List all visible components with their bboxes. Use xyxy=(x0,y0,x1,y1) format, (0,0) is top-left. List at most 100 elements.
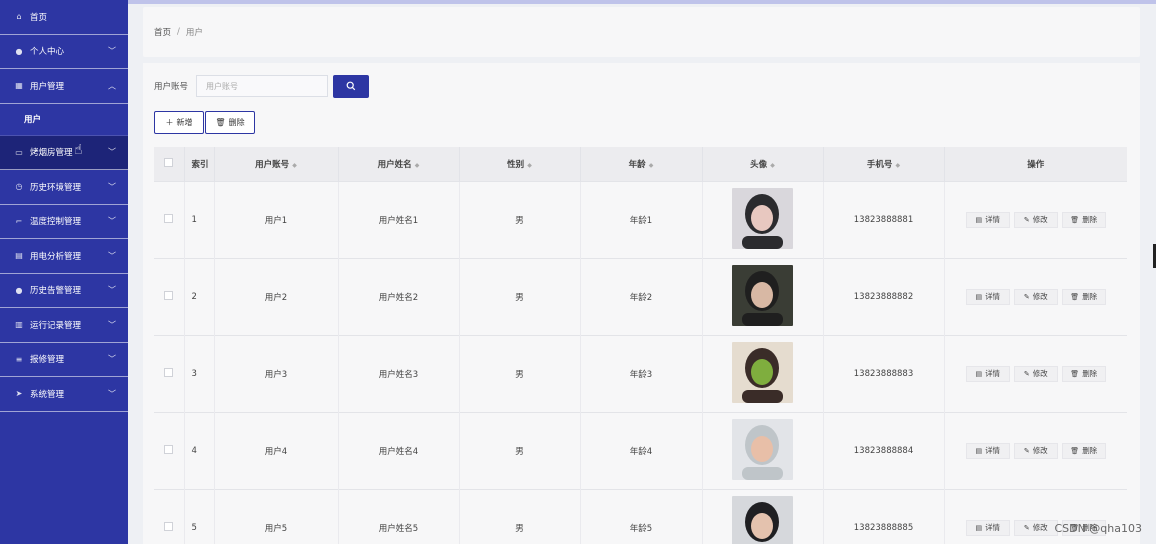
avatar[interactable] xyxy=(732,264,793,326)
detail-button[interactable]: ▤ 详情 xyxy=(965,442,1010,459)
table-row[interactable]: 3 用户3 用户姓名3 男年龄3 13823888883 ▤ 详情 ✎ 修改 🗑 删除 xyxy=(154,334,1127,412)
table-row[interactable]: 2 用户2 用户姓名2 男年龄2 13823888882 ▤ 详情 ✎ 修改 🗑 删除 xyxy=(154,257,1127,335)
sidebar-item-label: 用户管理 xyxy=(30,81,65,92)
sidebar-item-9[interactable]: ▥ 运行记录管理 ﹀ xyxy=(0,308,128,343)
cell-actions: ▤ 详情 ✎ 修改 🗑 删除 xyxy=(944,334,1127,412)
column-header-name-label: 用户姓名 xyxy=(377,159,412,170)
breadcrumb: 首页 / 用户 xyxy=(143,7,1140,57)
detail-button[interactable]: ▤ 详情 xyxy=(965,365,1010,382)
row-checkbox[interactable] xyxy=(164,521,174,531)
edit-label: 修改 xyxy=(1032,369,1048,378)
sidebar-item-2[interactable]: ▦ 用户管理 ︿ xyxy=(0,69,128,104)
row-checkbox-cell[interactable] xyxy=(154,488,185,544)
cell-actions: ▤ 详情 ✎ 修改 🗑 删除 xyxy=(944,411,1127,489)
sidebar-item-0[interactable]: ⌂ 首页 xyxy=(0,0,128,35)
sidebar-item-7[interactable]: ▤ 用电分析管理 ﹀ xyxy=(0,239,128,274)
chevron-down-icon: ﹀ xyxy=(108,251,116,261)
detail-button[interactable]: ▤ 详情 xyxy=(965,211,1010,228)
detail-label: 详情 xyxy=(985,215,1001,224)
row-checkbox-cell[interactable] xyxy=(154,334,185,412)
plus-icon: ＋ xyxy=(165,118,174,127)
sidebar-item-11[interactable]: ➤ 系统管理 ﹀ xyxy=(0,377,128,412)
row-checkbox[interactable] xyxy=(164,213,174,223)
sidebar-subitem-user[interactable]: 用户 xyxy=(0,104,128,136)
search-row: 用户账号 用户账号 xyxy=(154,74,370,98)
delete-button[interactable]: 🗑 删除 xyxy=(1061,365,1106,382)
table-row[interactable]: 5 用户5 用户姓名5 男年龄5 13823888885 ▤ 详情 ✎ 修改 🗑 删除 xyxy=(154,488,1127,544)
row-checkbox-cell[interactable] xyxy=(154,180,185,258)
avatar[interactable] xyxy=(732,418,793,480)
sort-icon[interactable]: ◆ xyxy=(292,162,297,169)
add-button[interactable]: ＋ 新增 xyxy=(154,111,204,134)
row-checkbox[interactable] xyxy=(164,290,174,300)
edit-button[interactable]: ✎ 修改 xyxy=(1013,288,1058,305)
trash-icon: 🗑 xyxy=(1070,369,1080,378)
search-input[interactable]: 用户账号 xyxy=(196,75,329,97)
cell-actions: ▤ 详情 ✎ 修改 🗑 删除 xyxy=(944,180,1127,258)
sidebar-item-4[interactable]: ▭ 烤烟房管理 ﹀ ☝ xyxy=(0,135,128,170)
delete-label: 删除 xyxy=(1082,215,1098,224)
cell-index: 3 xyxy=(184,334,215,412)
column-header-name[interactable]: 用户姓名 ◆ xyxy=(338,147,460,181)
row-checkbox-cell[interactable] xyxy=(154,411,185,489)
sidebar-item-5[interactable]: ◷ 历史环境管理 ﹀ xyxy=(0,170,128,205)
cell-avatar xyxy=(702,334,824,412)
chat-icon: ▭ xyxy=(15,147,23,157)
cell-name: 用户姓名5 xyxy=(338,488,460,544)
detail-button[interactable]: ▤ 详情 xyxy=(965,519,1010,536)
sidebar-item-6[interactable]: ⌐ 温度控制管理 ﹀ xyxy=(0,205,128,239)
edit-button[interactable]: ✎ 修改 xyxy=(1013,365,1058,382)
select-all-checkbox-cell[interactable] xyxy=(154,147,185,181)
cell-name: 用户姓名3 xyxy=(338,334,460,412)
table-row[interactable]: 1 用户1 用户姓名1 男年龄1 13823888881 ▤ 详情 ✎ 修改 🗑 删除 xyxy=(154,180,1127,258)
row-checkbox[interactable] xyxy=(164,444,174,454)
sidebar-item-10[interactable]: ≡ 报修管理 ﹀ xyxy=(0,343,128,377)
sort-icon[interactable]: ◆ xyxy=(649,162,654,169)
edit-button[interactable]: ✎ 修改 xyxy=(1013,211,1058,228)
sidebar-item-1[interactable]: ● 个人中心 ﹀ xyxy=(0,35,128,69)
edit-button[interactable]: ✎ 修改 xyxy=(1013,442,1058,459)
person-icon: ● xyxy=(15,285,23,295)
column-header-avatar[interactable]: 头像 ◆ xyxy=(702,147,824,181)
sidebar-item-8[interactable]: ● 历史告警管理 ﹀ xyxy=(0,274,128,308)
cell-age: 年龄3 xyxy=(580,334,703,412)
cell-actions: ▤ 详情 ✎ 修改 🗑 删除 xyxy=(944,488,1127,544)
cell-avatar xyxy=(702,257,824,335)
detail-button[interactable]: ▤ 详情 xyxy=(965,288,1010,305)
edit-label: 修改 xyxy=(1032,292,1048,301)
row-checkbox[interactable] xyxy=(164,367,174,377)
avatar[interactable] xyxy=(732,341,793,403)
sort-icon[interactable]: ◆ xyxy=(415,162,420,169)
select-all-checkbox[interactable] xyxy=(164,157,174,167)
row-checkbox-cell[interactable] xyxy=(154,257,185,335)
column-header-phone[interactable]: 手机号 ◆ xyxy=(823,147,945,181)
cell-gender: 男 xyxy=(459,180,581,258)
chevron-down-icon: ﹀ xyxy=(108,285,116,295)
column-header-gender[interactable]: 性别 ◆ xyxy=(459,147,581,181)
column-header-account[interactable]: 用户账号 ◆ xyxy=(214,147,339,181)
delete-button[interactable]: 🗑 删除 xyxy=(1061,211,1106,228)
sort-icon[interactable]: ◆ xyxy=(527,162,532,169)
cell-index: 1 xyxy=(184,180,215,258)
edit-button[interactable]: ✎ 修改 xyxy=(1013,519,1058,536)
table-row[interactable]: 4 用户4 用户姓名4 男年龄4 13823888884 ▤ 详情 ✎ 修改 🗑 删除 xyxy=(154,411,1127,489)
chevron-down-icon: ﹀ xyxy=(108,46,116,56)
search-button[interactable] xyxy=(333,74,370,98)
mouse-cursor-icon: ☝ xyxy=(74,141,83,158)
avatar[interactable] xyxy=(732,495,793,544)
avatar[interactable] xyxy=(732,187,793,249)
sort-icon[interactable]: ◆ xyxy=(895,162,900,169)
person-icon: ● xyxy=(15,46,23,56)
column-header-age[interactable]: 年龄 ◆ xyxy=(580,147,703,181)
breadcrumb-home[interactable]: 首页 xyxy=(154,26,171,38)
delete-button[interactable]: 🗑 删除 xyxy=(1061,442,1106,459)
breadcrumb-current: 用户 xyxy=(185,28,203,38)
batch-delete-button[interactable]: 🗑 删除 xyxy=(205,111,255,134)
sidebar-item-label: 系统管理 xyxy=(30,389,65,400)
chevron-down-icon: ﹀ xyxy=(108,216,116,226)
delete-button[interactable]: 🗑 删除 xyxy=(1061,288,1106,305)
column-header-account-label: 用户账号 xyxy=(255,159,290,170)
cell-gender: 男 xyxy=(459,257,581,335)
sort-icon[interactable]: ◆ xyxy=(770,162,775,169)
cell-name: 用户姓名2 xyxy=(338,257,460,335)
